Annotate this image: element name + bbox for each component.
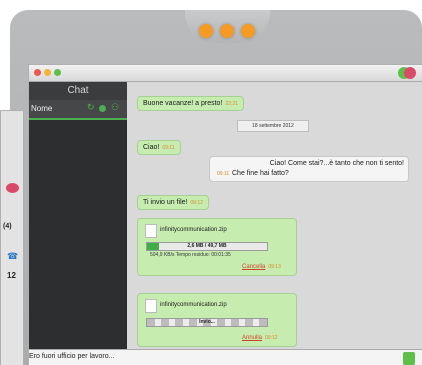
transfer-progress-bar: 2,6 MB / 49,7 MB xyxy=(146,242,268,251)
message-time: 09:11 xyxy=(162,145,175,151)
chat-window: Chat Nome ↻ ⚇ Buone vacanze! a presto! 22… xyxy=(28,64,422,365)
title-bar xyxy=(29,65,422,82)
sidebar: Chat Nome ↻ ⚇ xyxy=(29,82,127,365)
screenshot-frame: (4) ☎ 12 Chat Nome ↻ ⚇ Buone vacanze! a … xyxy=(0,0,422,365)
file-icon xyxy=(145,299,157,313)
message-time: 22:21 xyxy=(225,101,238,107)
progress-text: 2,6 MB / 49,7 MB xyxy=(187,243,227,249)
message-text: Ti invio un file! xyxy=(143,199,188,206)
file-time: 09:12 xyxy=(265,335,278,341)
message-time: 09:11 xyxy=(217,171,230,177)
message-bubble: Buone vacanze! a presto! 22:21 xyxy=(137,96,244,111)
zoom-button[interactable] xyxy=(54,69,61,76)
message-text: Buone vacanze! a presto! xyxy=(143,100,223,107)
transfer-status: Invio... xyxy=(199,319,215,325)
file-name: infinitycommunication.zip xyxy=(160,302,227,308)
file-icon xyxy=(145,224,157,238)
file-transfer-card: infinitycommunication.zip 2,6 MB / 49,7 … xyxy=(137,218,297,276)
message-input[interactable]: Ero fuori ufficio per lavoro... xyxy=(29,353,114,360)
message-bubble: Ciao! 09:11 xyxy=(137,140,181,155)
send-button[interactable] xyxy=(403,352,415,365)
contacts-header-row[interactable]: Nome ↻ ⚇ xyxy=(29,100,127,120)
message-text: Ciao! Come stai?...è tanto che non ti se… xyxy=(269,160,404,167)
message-bubble-incoming: Ciao! Come stai?...è tanto che non ti se… xyxy=(209,156,409,182)
app-logo-icon xyxy=(398,67,416,79)
date-separator: 18 settembre 2012 xyxy=(237,120,309,132)
minimize-button[interactable] xyxy=(44,69,51,76)
file-time: 09:13 xyxy=(268,264,281,270)
sidebar-title: Chat xyxy=(29,82,127,100)
file-name: infinitycommunication.zip xyxy=(160,227,227,233)
phone-icon: ☎ xyxy=(7,251,19,261)
message-input-bar: Ero fuori ufficio per lavoro... xyxy=(29,349,422,365)
cancel-link[interactable]: Cancella xyxy=(242,264,265,270)
file-transfer-card: infinitycommunication.zip Invio... Annul… xyxy=(137,293,297,347)
refresh-icon[interactable]: ↻ xyxy=(87,102,95,113)
orange-dot-3 xyxy=(241,24,255,38)
message-text: Ciao! xyxy=(143,144,160,151)
indeterminate-progress-bar: Invio... xyxy=(146,318,268,327)
cancel-link[interactable]: Annulla xyxy=(242,335,262,341)
add-user-icon[interactable]: ⚇ xyxy=(111,102,119,113)
name-column-label: Nome xyxy=(31,104,53,113)
orange-dot-2 xyxy=(220,24,234,38)
message-time: 09:12 xyxy=(190,200,203,206)
message-bubble: Ti invio un file! 09:12 xyxy=(137,195,209,210)
contact-count: (4) xyxy=(3,223,12,230)
logo-icon xyxy=(6,183,19,193)
background-window-left: (4) ☎ 12 xyxy=(0,110,24,365)
status-icon[interactable] xyxy=(99,105,106,112)
close-button[interactable] xyxy=(34,69,41,76)
conversation-area: Buone vacanze! a presto! 22:21 18 settemb… xyxy=(127,82,422,350)
message-text-line2: Che fine hai fatto? xyxy=(232,170,289,177)
orange-dot-1 xyxy=(199,24,213,38)
left-value: 12 xyxy=(7,271,16,280)
transfer-speed: 504,9 KB/s Tempo residuo: 00:01:35 xyxy=(150,252,231,258)
